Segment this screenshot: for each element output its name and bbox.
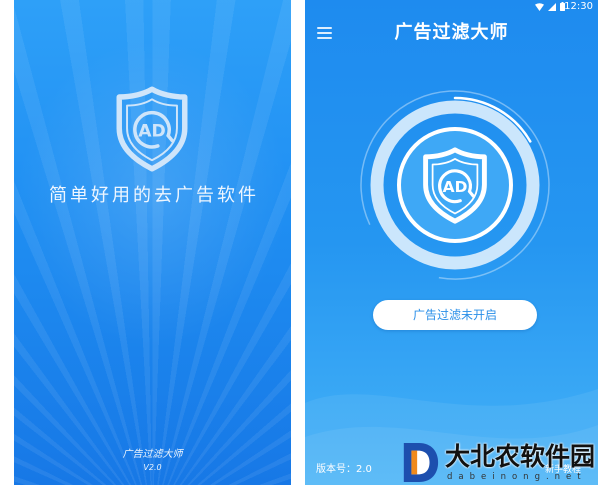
splash-screen: AD 简单好用的去广告软件 广告过滤大师 V2.0 bbox=[14, 0, 291, 485]
wifi-shape bbox=[535, 3, 544, 11]
watermark-domain: dabeinong.net bbox=[447, 472, 587, 482]
shield-ad-text: AD bbox=[443, 178, 468, 196]
splash-tagline: 简单好用的去广告软件 bbox=[49, 185, 259, 206]
status-time: 12:30 bbox=[564, 1, 593, 12]
signal-icon bbox=[548, 3, 556, 11]
site-watermark: 大北农软件园 dabeinong.net bbox=[398, 438, 598, 485]
status-icons bbox=[535, 2, 565, 11]
page-title: 广告过滤大师 bbox=[394, 22, 509, 43]
logo-accent-bar bbox=[411, 450, 418, 475]
site-logo-icon bbox=[403, 442, 439, 482]
status-bar: 12:30 bbox=[305, 0, 598, 14]
signal-shape bbox=[548, 3, 556, 11]
splash-app-name: 广告过滤大师 bbox=[122, 449, 183, 460]
shield-ad-text: AD bbox=[138, 121, 166, 141]
wifi-icon bbox=[535, 3, 544, 11]
shield-icon: AD bbox=[423, 147, 487, 224]
watermark-name: 大北农软件园 bbox=[445, 442, 596, 471]
main-screen: 12:30 广告过滤大师 AD 广告过滤未开启 版本号：2.0 新手教程 bbox=[305, 0, 598, 485]
shield-icon: AD bbox=[116, 86, 188, 172]
version-label: 版本号：2.0 bbox=[316, 464, 372, 475]
enable-filter-button[interactable]: 广告过滤未开启 bbox=[373, 300, 537, 330]
splash-version: V2.0 bbox=[143, 463, 162, 472]
